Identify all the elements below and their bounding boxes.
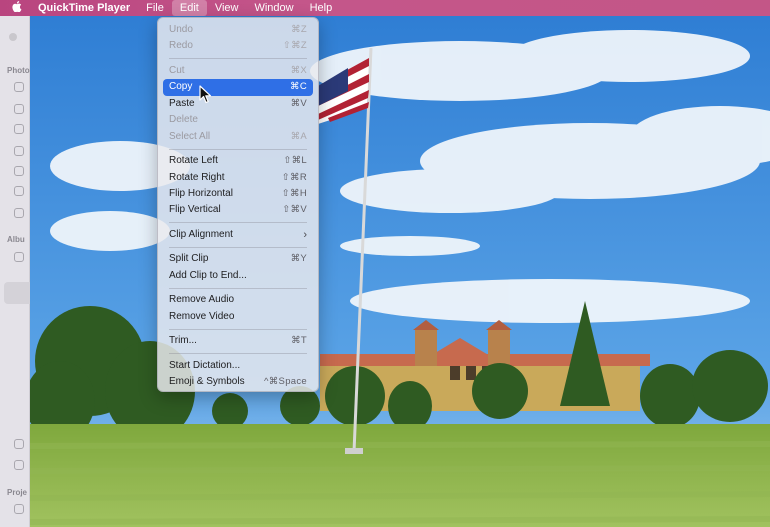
menu-separator: [169, 58, 307, 60]
sidebar-item-icon: [14, 104, 24, 114]
app-name-menu[interactable]: QuickTime Player: [34, 2, 138, 14]
menu-item-label: Start Dictation...: [169, 359, 241, 371]
menu-item-label: Undo: [169, 24, 193, 35]
menu-item-redo[interactable]: Redo ⇧⌘Z: [163, 38, 313, 54]
sidebar-label-albums: Albu: [7, 235, 25, 244]
sidebar-item-icon: [14, 439, 24, 449]
window-control-icon: [9, 33, 17, 41]
sidebar-label-projects: Proje: [7, 488, 28, 497]
menu-item-label: Emoji & Symbols: [169, 376, 245, 388]
menu-item-flip-vertical[interactable]: Flip Vertical ⇧⌘V: [163, 202, 313, 218]
sidebar-item-icon: [14, 186, 24, 196]
sidebar-item-icon: [14, 460, 24, 470]
video-player[interactable]: [30, 16, 770, 527]
shortcut-label: ^⌘Space: [264, 376, 307, 388]
menu-separator: [169, 287, 307, 289]
menu-item-label: Rotate Left: [169, 155, 218, 167]
mouse-pointer-icon: [199, 85, 212, 104]
apple-menu-icon[interactable]: [0, 1, 34, 15]
shortcut-label: ⌘X: [290, 64, 307, 76]
shortcut-label: ⇧⌘R: [281, 171, 307, 183]
shortcut-label: ⌘A: [290, 130, 307, 142]
sidebar-item-icon: [14, 82, 24, 92]
video-frame: [30, 16, 770, 527]
shortcut-label: ⇧⌘L: [283, 155, 307, 167]
menu-edit[interactable]: Edit: [171, 0, 207, 16]
menu-separator: [169, 353, 307, 355]
menu-item-label: Delete: [169, 114, 198, 126]
sidebar-item-icon: [14, 146, 24, 156]
shortcut-label: ⇧⌘Z: [282, 40, 307, 52]
menu-separator: [169, 246, 307, 248]
menu-item-label: Flip Horizontal: [169, 187, 233, 199]
menu-separator: [169, 222, 307, 224]
menu-separator: [169, 148, 307, 150]
menu-view[interactable]: View: [207, 0, 247, 16]
menu-file[interactable]: File: [138, 0, 172, 16]
menu-item-rotate-left[interactable]: Rotate Left ⇧⌘L: [163, 153, 313, 169]
sidebar-item-icon: [14, 252, 24, 262]
menu-item-label: Select All: [169, 130, 211, 142]
menu-item-paste[interactable]: Paste ⌘V: [163, 96, 313, 112]
sidebar-item-icon: [14, 504, 24, 514]
menu-item-label: Rotate Right: [169, 171, 225, 183]
menu-item-emoji-symbols[interactable]: Emoji & Symbols ^⌘Space: [163, 374, 313, 390]
menu-item-start-dictation[interactable]: Start Dictation...: [163, 358, 313, 374]
chevron-right-icon: ›: [303, 228, 307, 241]
menu-item-label: Remove Video: [169, 310, 235, 322]
menu-item-label: Cut: [169, 64, 185, 76]
shortcut-label: ⇧⌘H: [281, 187, 307, 199]
menu-item-label: Copy: [169, 81, 193, 93]
menu-item-label: Trim...: [169, 335, 197, 347]
sidebar-item-icon: [14, 166, 24, 176]
menu-item-cut[interactable]: Cut ⌘X: [163, 63, 313, 79]
menu-item-trim[interactable]: Trim... ⌘T: [163, 333, 313, 349]
menu-help[interactable]: Help: [302, 0, 341, 16]
menu-window[interactable]: Window: [246, 0, 301, 16]
shortcut-label: ⇧⌘V: [282, 204, 307, 216]
menu-item-split-clip[interactable]: Split Clip ⌘Y: [163, 251, 313, 267]
menu-item-label: Clip Alignment: [169, 228, 233, 240]
shortcut-label: ⌘T: [291, 335, 307, 347]
menu-item-add-clip-to-end[interactable]: Add Clip to End...: [163, 268, 313, 284]
menu-item-remove-audio[interactable]: Remove Audio: [163, 292, 313, 308]
menu-item-label: Add Clip to End...: [169, 269, 247, 281]
shortcut-label: ⌘Z: [291, 24, 307, 35]
menu-item-undo[interactable]: Undo ⌘Z: [163, 22, 313, 38]
menu-item-clip-alignment[interactable]: Clip Alignment ›: [163, 227, 313, 243]
menu-item-label: Redo: [169, 40, 193, 52]
background-sidebar: Photo Albu Proje: [0, 16, 34, 527]
menu-item-label: Paste: [169, 97, 195, 109]
sidebar-label-photos: Photo: [7, 66, 30, 75]
menu-item-remove-video[interactable]: Remove Video: [163, 309, 313, 325]
menu-item-label: Split Clip: [169, 253, 209, 265]
menu-item-delete[interactable]: Delete: [163, 112, 313, 128]
menu-item-label: Flip Vertical: [169, 204, 221, 216]
menu-separator: [169, 328, 307, 330]
shortcut-label: ⌘Y: [290, 253, 307, 265]
menu-item-select-all[interactable]: Select All ⌘A: [163, 129, 313, 145]
menu-item-label: Remove Audio: [169, 294, 235, 306]
shortcut-label: ⌘V: [290, 97, 307, 109]
edit-menu: Undo ⌘Z Redo ⇧⌘Z Cut ⌘X Copy ⌘C Paste ⌘V…: [157, 17, 319, 392]
sidebar-item-icon: [14, 208, 24, 218]
shortcut-label: ⌘C: [290, 81, 307, 93]
menu-item-copy[interactable]: Copy ⌘C: [163, 79, 313, 96]
menu-item-flip-horizontal[interactable]: Flip Horizontal ⇧⌘H: [163, 186, 313, 202]
menu-bar: QuickTime Player File Edit View Window H…: [0, 0, 770, 16]
menu-item-rotate-right[interactable]: Rotate Right ⇧⌘R: [163, 170, 313, 186]
sidebar-item-icon: [14, 124, 24, 134]
